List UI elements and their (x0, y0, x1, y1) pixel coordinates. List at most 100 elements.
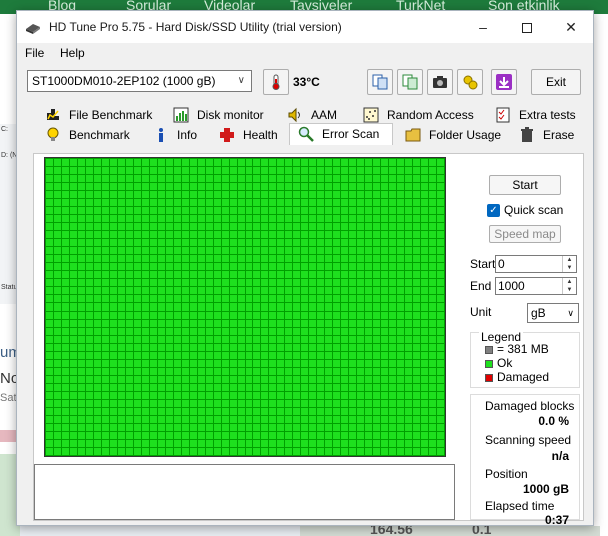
scan-block (221, 159, 229, 167)
scan-block (46, 175, 53, 183)
scan-log-area[interactable] (34, 464, 455, 520)
scan-block (285, 175, 293, 183)
scan-block (46, 263, 53, 271)
scan-block (381, 303, 389, 311)
scan-block (213, 295, 221, 303)
scan-block (325, 207, 333, 215)
scan-block (221, 407, 229, 415)
scan-block (341, 327, 349, 335)
scan-block (341, 191, 349, 199)
scan-block (189, 327, 197, 335)
scan-block (157, 175, 165, 183)
scan-block (437, 303, 444, 311)
scan-block (181, 223, 189, 231)
scan-block (205, 327, 213, 335)
scan-block (349, 279, 357, 287)
quick-scan-checkbox[interactable]: ✓ (487, 204, 500, 217)
save-button[interactable] (491, 69, 517, 95)
scan-block (341, 351, 349, 359)
scan-block (277, 439, 285, 447)
scan-block (309, 215, 317, 223)
scan-block (125, 375, 133, 383)
scan-block (421, 439, 429, 447)
scan-block (157, 439, 165, 447)
scan-block (77, 343, 85, 351)
scan-block (237, 223, 245, 231)
minimize-button[interactable]: – (461, 11, 505, 43)
scan-block (397, 183, 405, 191)
menu-file[interactable]: File (25, 46, 44, 60)
scan-block (277, 423, 285, 431)
scan-block (341, 423, 349, 431)
scan-block (69, 351, 77, 359)
scan-block (317, 287, 325, 295)
scan-block (101, 391, 109, 399)
scan-block (437, 183, 444, 191)
scan-block (421, 175, 429, 183)
scan-block (133, 351, 141, 359)
scan-block (53, 207, 61, 215)
copy-all-button[interactable] (397, 69, 423, 95)
scan-block (317, 431, 325, 439)
scan-block (269, 215, 277, 223)
scan-block (117, 207, 125, 215)
exit-button[interactable]: Exit (531, 69, 581, 95)
scan-block (245, 431, 253, 439)
scan-block (389, 423, 397, 431)
scan-block (46, 255, 53, 263)
drive-select[interactable]: ST1000DM010-2EP102 (1000 gB) ∨ (27, 70, 252, 92)
scan-block (205, 439, 213, 447)
scan-block (237, 303, 245, 311)
toolbar: ST1000DM010-2EP102 (1000 gB) ∨ 33°C Exit (17, 63, 593, 103)
scan-block (165, 415, 173, 423)
scan-block (173, 335, 181, 343)
scan-block (189, 303, 197, 311)
scan-block (285, 335, 293, 343)
maximize-button[interactable] (505, 11, 549, 43)
scan-block (293, 367, 301, 375)
menu-help[interactable]: Help (60, 46, 85, 60)
start-spinner-arrows[interactable]: ▲ ▼ (562, 256, 576, 272)
start-scan-button[interactable]: Start (489, 175, 561, 195)
scan-block (46, 167, 53, 175)
scan-block (349, 327, 357, 335)
unit-select[interactable]: gB ∨ (527, 303, 579, 323)
scan-block (381, 367, 389, 375)
scan-block (237, 191, 245, 199)
folder-icon (405, 128, 421, 142)
scan-block (245, 327, 253, 335)
scan-block (301, 271, 309, 279)
copy-text-button[interactable] (367, 69, 393, 95)
scan-block (237, 183, 245, 191)
end-position-input[interactable]: 1000 ▲ ▼ (495, 277, 577, 295)
close-button[interactable]: ✕ (549, 11, 593, 43)
temperature-button[interactable] (263, 69, 289, 95)
start-position-input[interactable]: 0 ▲ ▼ (495, 255, 577, 273)
scan-block (325, 319, 333, 327)
scan-block (293, 359, 301, 367)
end-spinner-arrows[interactable]: ▲ ▼ (562, 278, 576, 294)
options-button[interactable] (457, 69, 483, 95)
title-bar[interactable]: HD Tune Pro 5.75 - Hard Disk/SSD Utility… (17, 11, 593, 43)
screenshot-button[interactable] (427, 69, 453, 95)
scan-block (69, 407, 77, 415)
scan-block (149, 391, 157, 399)
scan-block (93, 159, 101, 167)
scan-block (413, 183, 421, 191)
scan-block (381, 207, 389, 215)
scan-block (101, 167, 109, 175)
scan-block (133, 415, 141, 423)
scan-block (325, 287, 333, 295)
scan-block (373, 207, 381, 215)
scan-block (333, 175, 341, 183)
scan-block (157, 359, 165, 367)
scan-block (141, 263, 149, 271)
scan-block (429, 311, 437, 319)
speed-map-button[interactable]: Speed map (489, 225, 561, 243)
scan-block (125, 231, 133, 239)
drive-select-value: ST1000DM010-2EP102 (1000 gB) (32, 74, 216, 88)
scan-block (213, 183, 221, 191)
tab-error-scan[interactable]: Error Scan (289, 123, 393, 145)
scan-block (149, 319, 157, 327)
scan-block (421, 391, 429, 399)
